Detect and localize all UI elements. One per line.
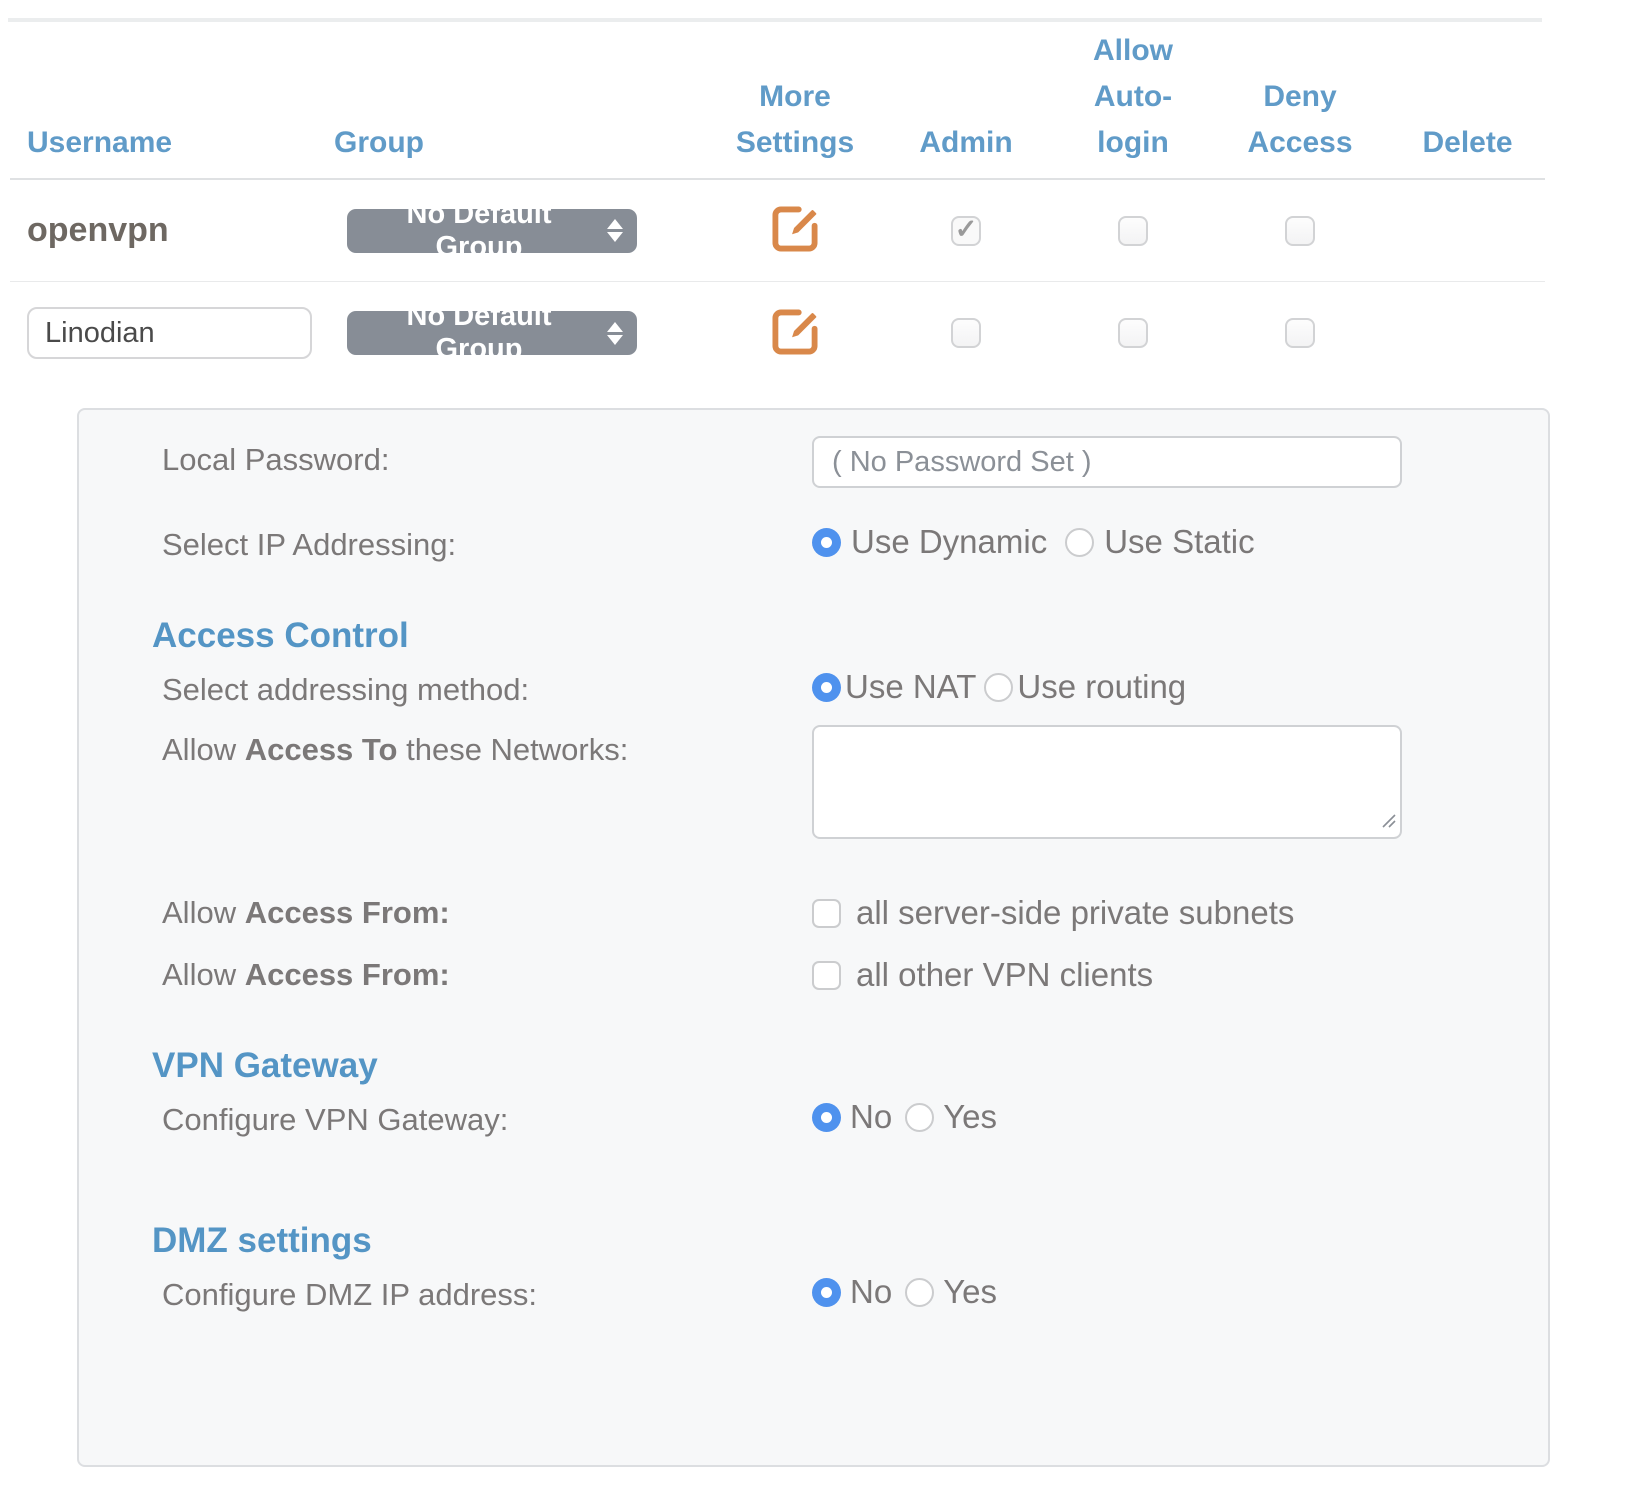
addressing-method-radiogroup: Use NAT Use routing <box>812 668 1194 706</box>
ip-addressing-radiogroup: Use Dynamic Use Static <box>812 523 1273 561</box>
configure-dmz-label: Configure DMZ IP address: <box>162 1277 537 1313</box>
radio-dmz-no[interactable] <box>812 1278 841 1307</box>
dmz-settings-title: DMZ settings <box>152 1221 372 1261</box>
addressing-method-label: Select addressing method: <box>162 672 529 708</box>
access-control-title: Access Control <box>152 616 409 656</box>
ip-addressing-label: Select IP Addressing: <box>162 527 456 563</box>
radio-use-dynamic[interactable] <box>812 528 841 557</box>
radio-use-static[interactable] <box>1065 528 1094 557</box>
admin-checkbox[interactable] <box>951 318 981 348</box>
more-settings-button[interactable] <box>767 201 823 260</box>
access-to-networks-label: Allow Access To these Networks: <box>162 732 628 768</box>
deny-access-checkbox[interactable] <box>1285 318 1315 348</box>
access-from-clients-label: Allow Access From: <box>162 957 450 993</box>
user-permissions-table: Username Group More Settings Admin Allow… <box>10 28 1545 384</box>
configure-dmz-radiogroup: No Yes <box>812 1273 1010 1311</box>
pencil-square-icon <box>767 201 823 260</box>
new-username-input[interactable] <box>27 307 312 359</box>
header-more-settings: More Settings <box>714 74 876 166</box>
radio-dmz-yes-label[interactable]: Yes <box>943 1273 997 1311</box>
radio-use-routing[interactable] <box>984 673 1013 702</box>
pencil-square-icon <box>767 304 823 363</box>
header-allow-autologin: Allow Auto- login <box>1056 28 1210 166</box>
access-from-subnets-checkbox-label[interactable]: all server-side private subnets <box>856 894 1294 932</box>
radio-vpn-gateway-no-label[interactable]: No <box>850 1098 892 1136</box>
up-down-arrows-icon <box>607 219 623 242</box>
check-icon: ✓ <box>955 216 978 243</box>
header-group: Group <box>334 120 714 166</box>
access-to-networks-textarea[interactable] <box>812 725 1402 839</box>
up-down-arrows-icon <box>607 322 623 345</box>
local-password-input[interactable] <box>812 436 1402 488</box>
access-from-subnets-label: Allow Access From: <box>162 895 450 931</box>
group-select[interactable]: No Default Group <box>347 311 637 355</box>
radio-use-static-label[interactable]: Use Static <box>1104 523 1254 561</box>
table-row: openvpn No Default Group ✓ <box>10 180 1545 282</box>
radio-vpn-gateway-yes[interactable] <box>905 1103 934 1132</box>
local-password-label: Local Password: <box>162 442 389 478</box>
radio-dmz-no-label[interactable]: No <box>850 1273 892 1311</box>
group-select[interactable]: No Default Group <box>347 209 637 253</box>
group-select-value: No Default Group <box>365 198 593 264</box>
table-header-row: Username Group More Settings Admin Allow… <box>10 28 1545 180</box>
radio-use-routing-label[interactable]: Use routing <box>1017 668 1186 706</box>
allow-autologin-checkbox[interactable] <box>1118 216 1148 246</box>
username-text: openvpn <box>10 211 334 250</box>
header-admin: Admin <box>876 120 1056 166</box>
header-delete: Delete <box>1390 120 1545 166</box>
access-from-clients-checkbox-label[interactable]: all other VPN clients <box>856 956 1153 994</box>
radio-vpn-gateway-no[interactable] <box>812 1103 841 1132</box>
configure-vpn-gateway-radiogroup: No Yes <box>812 1098 1010 1136</box>
access-from-clients-checkbox[interactable] <box>812 961 841 990</box>
more-settings-button[interactable] <box>767 304 823 363</box>
access-from-subnets-checkbox[interactable] <box>812 899 841 928</box>
deny-access-checkbox[interactable] <box>1285 216 1315 246</box>
top-divider <box>8 18 1542 22</box>
radio-vpn-gateway-yes-label[interactable]: Yes <box>943 1098 997 1136</box>
admin-checkbox[interactable]: ✓ <box>951 216 981 246</box>
header-username: Username <box>10 120 334 166</box>
user-settings-panel: Local Password: Select IP Addressing: Us… <box>77 408 1550 1467</box>
table-row: No Default Group <box>10 282 1545 384</box>
group-select-value: No Default Group <box>365 300 593 366</box>
configure-vpn-gateway-label: Configure VPN Gateway: <box>162 1102 508 1138</box>
radio-use-nat[interactable] <box>812 673 841 702</box>
allow-autologin-checkbox[interactable] <box>1118 318 1148 348</box>
radio-use-dynamic-label[interactable]: Use Dynamic <box>851 523 1047 561</box>
radio-dmz-yes[interactable] <box>905 1278 934 1307</box>
access-from-subnets-row: all server-side private subnets <box>812 894 1294 932</box>
vpn-gateway-title: VPN Gateway <box>152 1046 378 1086</box>
radio-use-nat-label[interactable]: Use NAT <box>845 668 976 706</box>
access-from-clients-row: all other VPN clients <box>812 956 1153 994</box>
header-deny-access: Deny Access <box>1210 74 1390 166</box>
